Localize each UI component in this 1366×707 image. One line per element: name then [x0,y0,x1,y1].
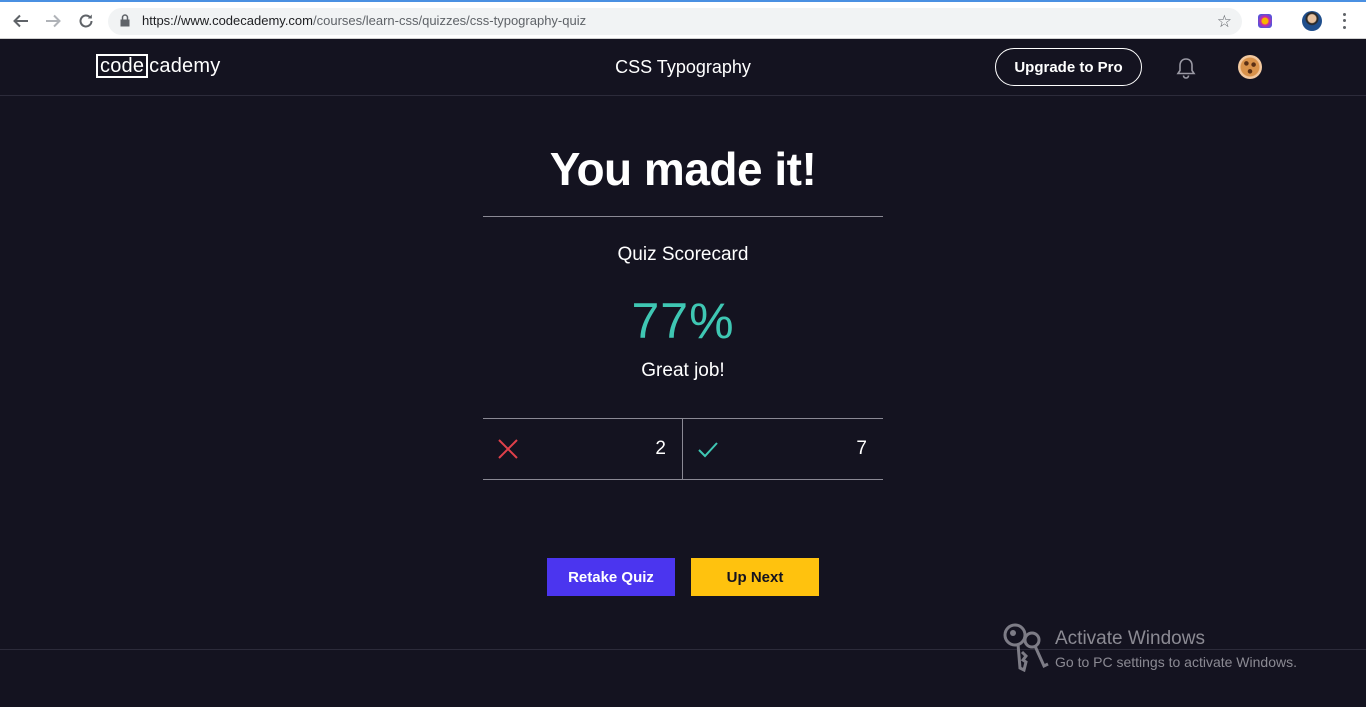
address-bar[interactable]: https://www.codecademy.com/courses/learn… [108,8,1242,35]
url-host: https://www.codecademy.com [142,13,313,28]
correct-cell: 7 [683,419,883,479]
lock-icon [120,14,130,32]
key-icon [1002,622,1050,673]
upgrade-button[interactable]: Upgrade to Pro [995,48,1142,86]
extension-icon[interactable] [1258,14,1272,28]
incorrect-count: 2 [655,438,666,459]
divider [483,216,883,217]
score-breakdown: 2 7 [483,418,883,480]
watermark-title: Activate Windows [1055,628,1205,649]
watermark-subtitle: Go to PC settings to activate Windows. [1055,654,1297,670]
up-next-button[interactable]: Up Next [691,558,819,596]
back-arrow-icon[interactable] [10,10,32,32]
scorecard-label: Quiz Scorecard [617,244,749,265]
result-headline: You made it! [549,143,817,195]
bell-icon[interactable] [1175,56,1197,80]
avatar-icon[interactable] [1238,55,1262,79]
incorrect-cell: 2 [483,419,683,479]
page-title: CSS Typography [615,57,751,77]
reload-icon[interactable] [75,10,97,32]
url-text: https://www.codecademy.com/courses/learn… [142,13,586,28]
cross-icon [497,438,519,460]
correct-count: 7 [856,438,867,459]
browser-toolbar: https://www.codecademy.com/courses/learn… [0,0,1366,39]
score-percent: 77% [631,293,735,349]
activate-windows-watermark: Activate Windows Go to PC settings to ac… [1002,622,1342,674]
url-path: /courses/learn-css/quizzes/css-typograph… [313,13,587,28]
site-header: code cademy CSS Typography Upgrade to Pro [0,39,1366,96]
menu-dots-icon[interactable] [1336,11,1352,31]
profile-icon[interactable] [1302,11,1322,31]
star-icon[interactable]: ☆ [1217,12,1232,32]
forward-arrow-icon[interactable] [42,10,64,32]
check-icon [697,438,719,460]
retake-quiz-button[interactable]: Retake Quiz [547,558,675,596]
score-message: Great job! [641,360,725,381]
